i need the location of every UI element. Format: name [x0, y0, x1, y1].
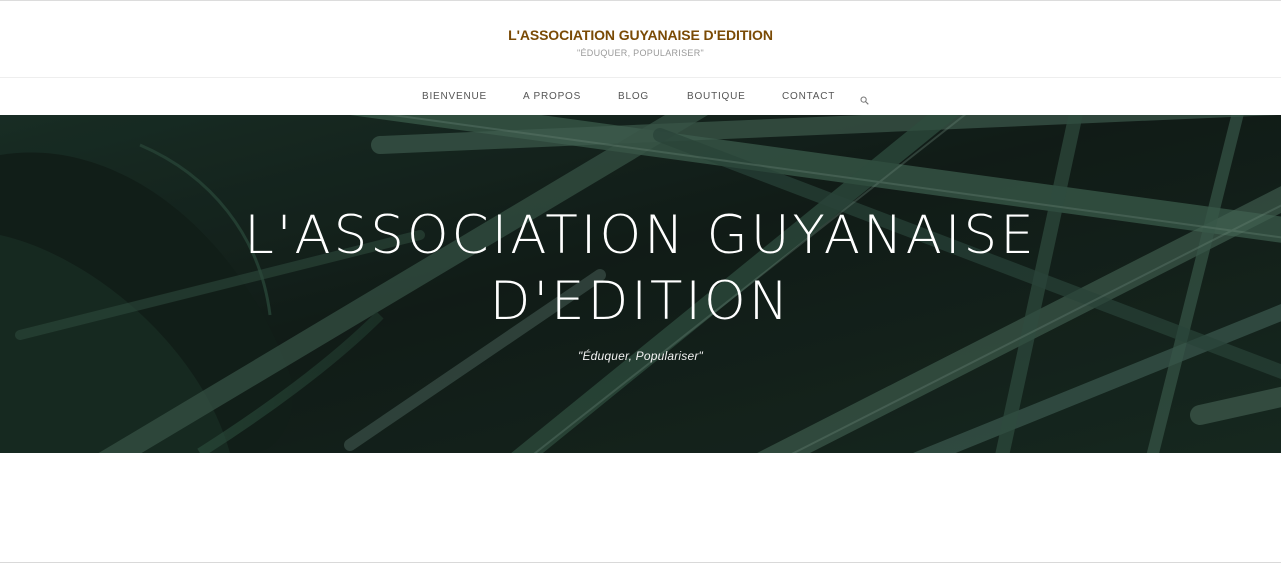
- nav-item-contact[interactable]: CONTACT: [782, 91, 835, 102]
- site-tagline: "ÉDUQUER, POPULARISER": [576, 48, 704, 58]
- hero-subtitle: "Éduquer, Populariser": [578, 349, 703, 363]
- bottom-divider: [0, 562, 1281, 563]
- hero-banner: L'ASSOCIATION GUYANAISE D'EDITION "Éduqu…: [0, 115, 1281, 453]
- nav-item-blog[interactable]: BLOG: [618, 91, 649, 102]
- site-title-link[interactable]: L'ASSOCIATION GUYANAISE D'EDITION: [0, 27, 1281, 43]
- search-icon[interactable]: [860, 92, 869, 105]
- nav-item-boutique[interactable]: BOUTIQUE: [687, 91, 746, 102]
- main-navigation: BIENVENUE A PROPOS BLOG BOUTIQUE CONTACT: [0, 77, 1281, 115]
- hero-title-line-1: L'ASSOCIATION GUYANAISE: [244, 205, 1037, 266]
- nav-item-bienvenue[interactable]: BIENVENUE: [422, 91, 487, 102]
- site-header: L'ASSOCIATION GUYANAISE D'EDITION "ÉDUQU…: [0, 1, 1281, 77]
- nav-item-a-propos[interactable]: A PROPOS: [523, 91, 581, 102]
- hero-title: L'ASSOCIATION GUYANAISE D'EDITION: [0, 203, 1281, 335]
- hero-title-line-2: D'EDITION: [489, 271, 792, 332]
